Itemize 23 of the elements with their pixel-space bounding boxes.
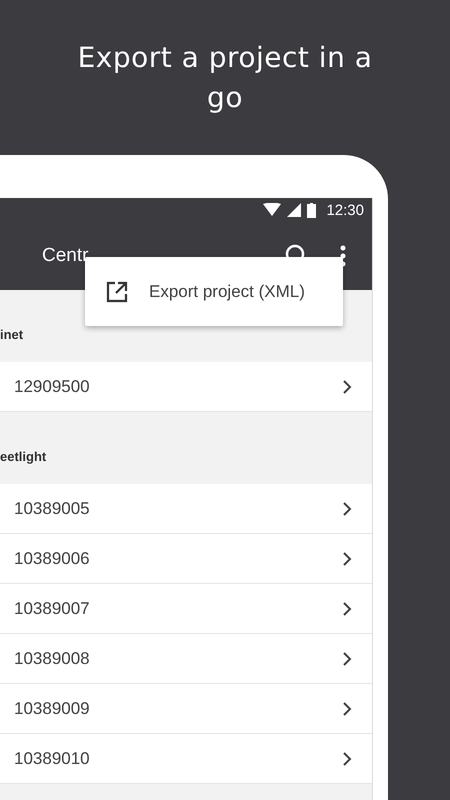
signal-icon	[287, 203, 302, 217]
headline: Export a project in a go	[76, 40, 374, 116]
chevron-icon	[342, 550, 352, 566]
list-item[interactable]: 10389009	[0, 684, 372, 734]
chevron-icon	[342, 600, 352, 616]
list-item[interactable]: 10389007	[0, 584, 372, 634]
section-header: inet	[0, 327, 24, 342]
chevron-icon	[342, 750, 352, 766]
chevron-icon	[342, 650, 352, 666]
export-icon	[105, 280, 129, 304]
list-item[interactable]: 10389008	[0, 634, 372, 684]
battery-icon	[307, 202, 316, 218]
list-item[interactable]: 10389010	[0, 734, 372, 784]
chevron-icon	[342, 500, 352, 516]
clock: 12:30	[326, 202, 364, 218]
section-header: eetlight	[0, 449, 46, 464]
export-menu-item[interactable]: Export project (XML)	[85, 257, 343, 326]
chevron-icon	[342, 378, 352, 394]
list-item[interactable]: 10389005	[0, 484, 372, 534]
list-item[interactable]: 10389006	[0, 534, 372, 584]
list-item[interactable]: 12909500	[0, 362, 372, 412]
chevron-icon	[342, 700, 352, 716]
wifi-icon	[263, 203, 282, 217]
